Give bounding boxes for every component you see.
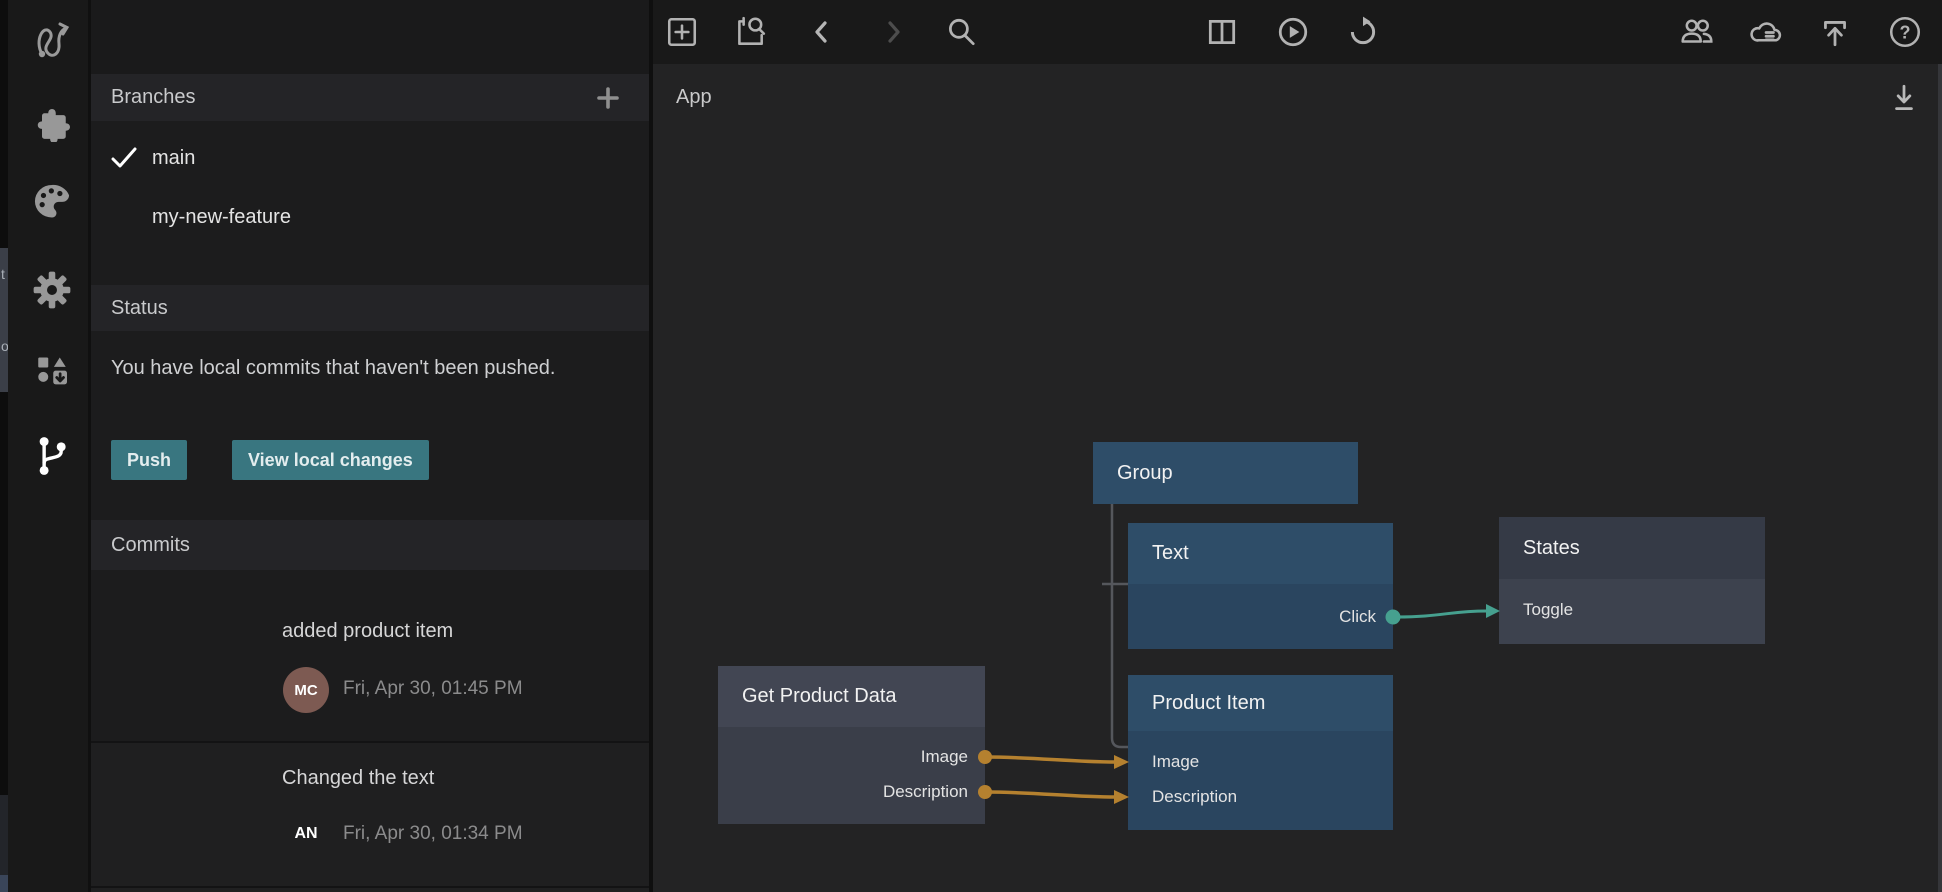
noodl-logo[interactable] <box>28 13 76 61</box>
add-node-button[interactable] <box>663 13 701 51</box>
collaborators-button[interactable] <box>1678 13 1716 51</box>
puzzle-icon[interactable] <box>28 98 76 146</box>
editor-toolbar: ? <box>653 0 1942 64</box>
input-port-description[interactable]: Description <box>1152 784 1237 810</box>
avatar: MC <box>283 667 329 713</box>
tab-app-label: App <box>676 86 712 109</box>
push-button-label: Push <box>127 450 171 471</box>
clipped-background-panel: t o <box>0 0 8 892</box>
commit-list-item <box>91 888 649 892</box>
help-button[interactable]: ? <box>1886 13 1924 51</box>
wire-image <box>978 750 1129 769</box>
palette-icon[interactable] <box>28 178 76 226</box>
clipped-panel-fragment <box>0 875 8 892</box>
tab-app[interactable]: App <box>676 64 712 131</box>
port-label: Image <box>921 747 968 767</box>
avatar-initials: MC <box>294 682 317 699</box>
version-control-icon[interactable] <box>28 432 76 480</box>
node-graph-canvas[interactable]: Group Text Click States Toggle <box>653 131 1942 892</box>
question-glyph: ? <box>1900 22 1911 42</box>
branch-item-my-new-feature[interactable]: my-new-feature <box>91 195 649 239</box>
wire-description <box>978 785 1129 804</box>
node-title: Product Item <box>1152 692 1265 715</box>
search-icon[interactable] <box>942 13 980 51</box>
commits-section-header: Commits <box>91 520 649 570</box>
branch-name: my-new-feature <box>152 206 291 229</box>
scrollbar-track[interactable] <box>1938 64 1942 892</box>
gear-icon[interactable] <box>28 266 76 314</box>
branch-item-main[interactable]: main <box>91 136 649 180</box>
sidebar-icon-rail <box>8 0 88 892</box>
node-title: States <box>1523 537 1580 560</box>
status-message: You have local commits that haven't been… <box>111 352 571 385</box>
node-title: Get Product Data <box>742 685 897 708</box>
deploy-button[interactable] <box>1816 13 1854 51</box>
commit-message: Changed the text <box>282 767 434 790</box>
output-port-image[interactable]: Image <box>921 744 968 770</box>
commit-date: Fri, Apr 30, 01:45 PM <box>343 678 523 700</box>
input-port-image[interactable]: Image <box>1152 749 1199 775</box>
clipped-panel-fragment <box>0 795 8 875</box>
status-title: Status <box>111 297 168 320</box>
add-branch-button[interactable] <box>595 85 621 111</box>
node-product-item[interactable]: Product Item Image Description <box>1128 675 1393 830</box>
node-title: Text <box>1152 542 1189 565</box>
commit-list-item[interactable]: Changed the text AN Fri, Apr 30, 01:34 P… <box>91 743 649 886</box>
output-port-click[interactable]: Click <box>1339 604 1376 630</box>
port-label: Click <box>1339 607 1376 627</box>
branch-name: main <box>152 147 195 170</box>
wire-click-toggle <box>1386 604 1501 625</box>
view-local-changes-label: View local changes <box>248 450 413 471</box>
port-label: Toggle <box>1523 600 1573 620</box>
node-states[interactable]: States Toggle <box>1499 517 1765 644</box>
commit-list-item[interactable]: added product item MC Fri, Apr 30, 01:45… <box>91 570 649 741</box>
commit-date: Fri, Apr 30, 01:34 PM <box>343 823 523 845</box>
status-section-header: Status <box>91 285 649 331</box>
run-preview-button[interactable] <box>1274 13 1312 51</box>
navigate-back-button[interactable] <box>803 13 841 51</box>
view-local-changes-button[interactable]: View local changes <box>232 440 429 480</box>
node-group[interactable]: Group <box>1093 442 1358 504</box>
clipped-text: o <box>1 338 8 354</box>
panel-top-spacer <box>91 0 649 74</box>
noodl-editor-window: t o <box>0 0 1942 892</box>
clipped-panel-fragment: t o <box>0 248 8 392</box>
version-control-panel: Branches main my-new-feature Status You … <box>91 0 649 892</box>
port-label: Description <box>1152 787 1237 807</box>
node-get-product-data[interactable]: Get Product Data Image Description <box>718 666 985 824</box>
split-view-button[interactable] <box>1203 13 1241 51</box>
navigate-forward-button[interactable] <box>874 13 912 51</box>
download-icon[interactable] <box>1887 81 1921 115</box>
node-title: Group <box>1117 462 1173 485</box>
port-label: Image <box>1152 752 1199 772</box>
output-port-description[interactable]: Description <box>883 779 968 805</box>
branches-title: Branches <box>111 86 196 109</box>
branches-section-header: Branches <box>91 74 649 121</box>
clipped-text: t <box>1 266 5 282</box>
node-text[interactable]: Text Click <box>1128 523 1393 649</box>
component-search-button[interactable] <box>731 13 769 51</box>
port-label: Description <box>883 782 968 802</box>
check-icon <box>109 145 139 171</box>
avatar-initials: AN <box>294 825 317 843</box>
avatar: AN <box>286 814 326 854</box>
push-button[interactable]: Push <box>111 440 187 480</box>
commit-message: added product item <box>282 620 453 643</box>
commits-title: Commits <box>111 534 190 557</box>
input-port-toggle[interactable]: Toggle <box>1523 597 1573 623</box>
component-tab-bar: App <box>653 64 1942 131</box>
refresh-button[interactable] <box>1344 13 1382 51</box>
cloud-services-button[interactable] <box>1746 13 1784 51</box>
components-icon[interactable] <box>28 346 76 394</box>
